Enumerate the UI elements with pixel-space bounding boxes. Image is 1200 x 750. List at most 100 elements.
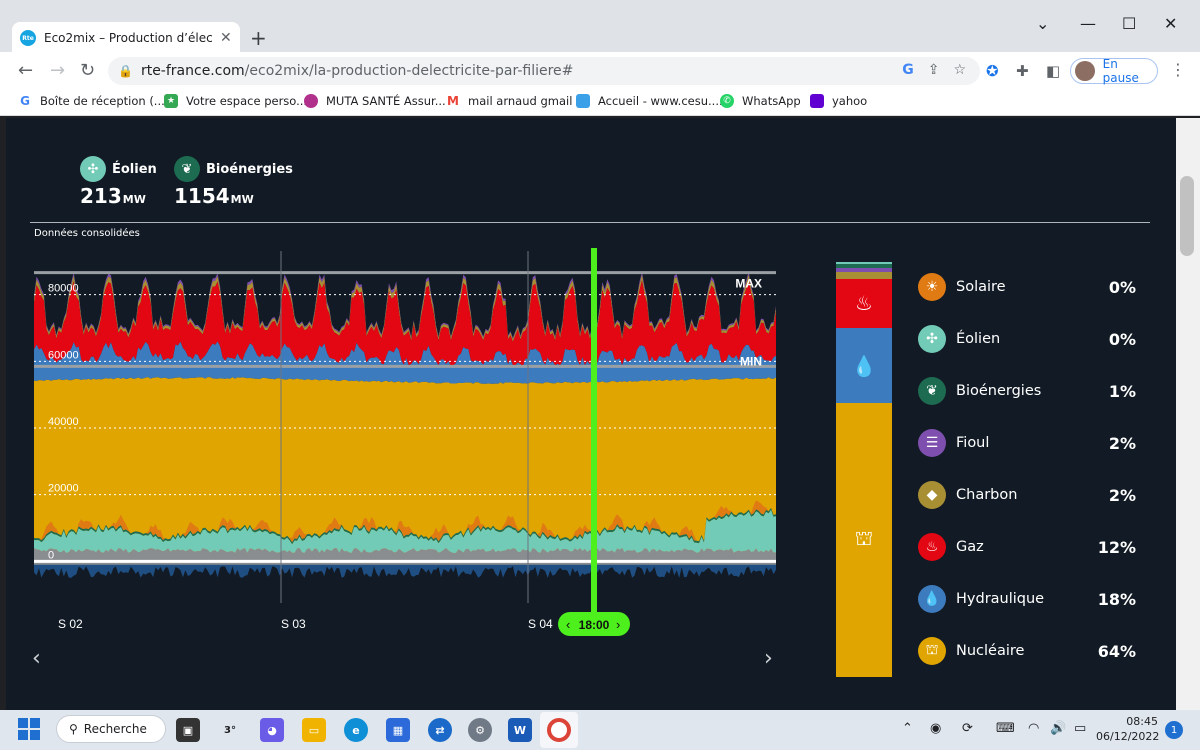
production-chart[interactable]: 0 20000 40000 60000 80000 MAX MIN S 02 S 03 S 04 ‹… (6, 248, 806, 688)
bookmark-item[interactable]: ✆ WhatsApp (720, 94, 801, 108)
browser-tab-bar: Rte Eco2mix – Production d’électricité ✕… (0, 0, 1200, 54)
y-tick-label: 80000 (48, 283, 79, 295)
legend-name: Nucléaire (956, 643, 1025, 659)
legend-item[interactable]: ❦ Bioénergies 1% (918, 376, 1136, 406)
legend-name: Solaire (956, 279, 1006, 295)
page-scrollbar[interactable] (1176, 118, 1200, 710)
edge-icon[interactable]: e (344, 718, 368, 742)
bookmarks-bar: G Boîte de réception (... ★ Votre espace… (0, 90, 1200, 116)
bookmark-item[interactable]: G Boîte de réception (... (18, 94, 165, 108)
sun-icon: ☀ (918, 273, 946, 301)
avatar (1075, 61, 1095, 81)
windows-start-icon[interactable] (18, 718, 40, 740)
bookmark-label: yahoo (832, 94, 868, 108)
bookmark-label: Accueil - www.cesu.... (598, 94, 723, 108)
address-bar[interactable]: 🔒 rte-france.com /eco2mix/la-production-… (108, 57, 980, 85)
menu-kebab-icon[interactable]: ⋮ (1170, 60, 1186, 79)
legend-percent: 2% (1108, 433, 1136, 453)
bookmark-label: Boîte de réception (... (40, 94, 165, 108)
legend-name: Charbon (956, 487, 1018, 503)
bookmark-label: MUTA SANTÉ Assur... (326, 94, 446, 108)
legend-item[interactable]: ⛫ Nucléaire 64% (918, 636, 1136, 666)
date: 06/12/2022 (1096, 730, 1160, 743)
extension-shield-icon[interactable]: ✪ (986, 62, 999, 80)
settings-gear-icon[interactable]: ⚙ (468, 718, 492, 742)
bookmark-item[interactable]: yahoo (810, 94, 867, 108)
legend-item[interactable]: ♨ Gaz 12% (918, 532, 1136, 562)
next-arrow-icon[interactable]: › (764, 646, 773, 671)
legend-item[interactable]: ◆ Charbon 2% (918, 480, 1136, 510)
keyboard-icon[interactable]: ⌨ (996, 721, 1015, 736)
chrome-icon[interactable] (547, 718, 571, 742)
vpn-icon[interactable]: ◉ (930, 721, 941, 736)
legend-percent: 0% (1108, 329, 1136, 349)
teams-chat-icon[interactable]: ◕ (260, 718, 284, 742)
profile-button[interactable]: En pause (1070, 57, 1158, 85)
maximize-button[interactable]: ☐ (1122, 14, 1136, 33)
extensions-puzzle-icon[interactable]: ✚ (1016, 62, 1029, 80)
legend-percent: 1% (1108, 381, 1136, 401)
word-icon[interactable]: W (508, 718, 532, 742)
forward-button[interactable]: → (50, 60, 65, 81)
chevron-right-icon: › (616, 617, 620, 632)
weather-icon[interactable]: 3° (218, 718, 242, 742)
teamviewer-icon[interactable]: ⇄ (428, 718, 452, 742)
legend-item[interactable]: ☰ Fioul 2% (918, 428, 1136, 458)
bookmark-item[interactable]: ★ Votre espace perso... (164, 94, 307, 108)
reload-button[interactable]: ↻ (80, 60, 95, 81)
legend-name: Fioul (956, 435, 990, 451)
chevron-down-icon[interactable]: ⌄ (1036, 14, 1049, 33)
lock-icon[interactable]: 🔒 (118, 64, 133, 78)
chevron-up-icon[interactable]: ⌃ (902, 721, 913, 736)
legend-item[interactable]: ✣ Éolien 0% (918, 324, 1136, 354)
taskbar-search[interactable]: ⚲ Recherche (56, 715, 166, 743)
gmail-icon: M (447, 94, 459, 108)
tooltip-value: 1154MW (174, 184, 254, 208)
legend-name: Éolien (956, 331, 1001, 347)
minimize-button[interactable]: — (1080, 14, 1096, 33)
close-tab-icon[interactable]: ✕ (220, 30, 232, 46)
legend-item[interactable]: ☀ Solaire 0% (918, 272, 1136, 302)
new-tab-button[interactable]: + (250, 26, 267, 50)
cesu-icon (576, 94, 590, 108)
legend-name: Gaz (956, 539, 984, 555)
taskbar-clock[interactable]: 08:45 06/12/2022 (1096, 714, 1160, 744)
scrollbar-thumb[interactable] (1180, 176, 1194, 256)
max-label: MAX (735, 277, 762, 291)
store-icon[interactable]: ▦ (386, 718, 410, 742)
notification-badge[interactable]: 1 (1165, 721, 1183, 739)
whatsapp-icon: ✆ (720, 94, 734, 108)
google-lens-icon[interactable]: G (902, 62, 914, 78)
wifi-icon[interactable]: ◠ (1028, 721, 1039, 736)
y-tick-label: 0 (48, 549, 54, 561)
y-tick-label: 60000 (48, 349, 79, 361)
side-panel-icon[interactable]: ◧ (1046, 62, 1060, 80)
y-tick-label: 40000 (48, 416, 79, 428)
back-button[interactable]: ← (18, 60, 33, 81)
time: 08:45 (1126, 715, 1158, 728)
close-window-button[interactable]: ✕ (1164, 14, 1177, 33)
volume-icon[interactable]: 🔊 (1050, 721, 1066, 736)
divider (30, 222, 1150, 223)
bookmark-item[interactable]: MUTA SANTÉ Assur... (304, 94, 446, 108)
legend-item[interactable]: 💧 Hydraulique 18% (918, 584, 1136, 614)
bookmark-star-icon[interactable]: ☆ (953, 62, 966, 78)
legend-percent: 12% (1097, 537, 1136, 557)
sprout-icon: ❦ (174, 156, 200, 182)
search-label: Recherche (83, 722, 147, 736)
share-icon[interactable]: ⇪ (928, 62, 940, 78)
x-tick-label: S 02 (58, 617, 83, 631)
y-tick-label: 20000 (48, 483, 79, 495)
droplet-icon: 💧 (918, 585, 946, 613)
bookmark-item[interactable]: M mail arnaud gmail (446, 94, 572, 108)
previous-arrow-icon[interactable]: ‹ (32, 646, 41, 671)
task-view-icon[interactable]: ▣ (176, 718, 200, 742)
browser-tab[interactable]: Rte Eco2mix – Production d’électricité ✕ (12, 22, 240, 54)
file-explorer-icon[interactable]: ▭ (302, 718, 326, 742)
sync-icon[interactable]: ⟳ (962, 721, 973, 736)
battery-icon[interactable]: ▭ (1074, 721, 1086, 736)
bookmark-item[interactable]: Accueil - www.cesu.... (576, 94, 723, 108)
windows-taskbar: ⚲ Recherche ▣ 3° ◕ ▭ e ▦ ⇄ ⚙ W ⌃ ◉ ⟳ ⌨ ◠… (0, 710, 1200, 750)
time-cursor-label: 18:00 (579, 618, 610, 632)
coal-icon: ◆ (918, 481, 946, 509)
